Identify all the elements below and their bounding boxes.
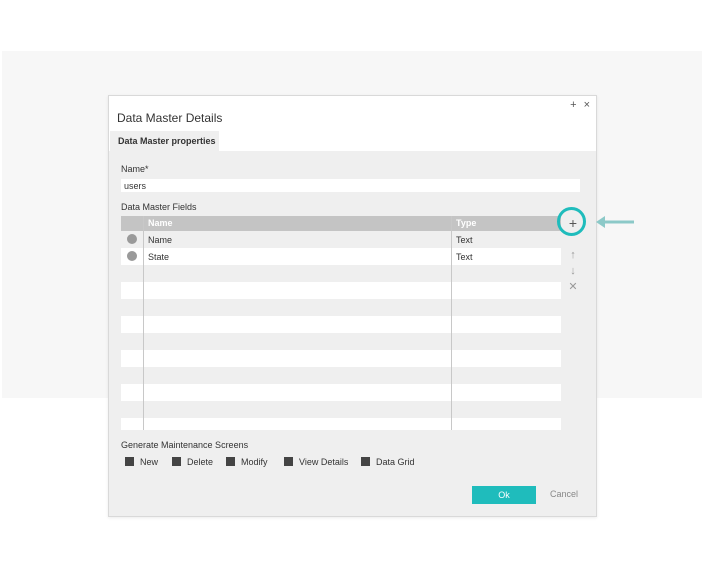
dialog-title: Data Master Details: [117, 111, 223, 125]
checkbox-delete[interactable]: Delete: [172, 457, 213, 467]
empty-row: [121, 384, 561, 401]
dialog-titlebar: Data Master Details + ×: [109, 96, 596, 131]
tab-data-master-properties[interactable]: Data Master properties: [110, 131, 219, 151]
checkbox-data-grid[interactable]: Data Grid: [361, 457, 415, 467]
checkbox-icon[interactable]: [361, 457, 370, 466]
checkbox-icon[interactable]: [172, 457, 181, 466]
move-up-icon[interactable]: ↑: [564, 248, 582, 262]
row-name: State: [148, 252, 170, 262]
checkbox-label: Data Grid: [376, 457, 415, 467]
fields-label: Data Master Fields: [121, 202, 197, 212]
row-status-icon: [127, 234, 137, 244]
remove-field-icon[interactable]: ✕: [564, 280, 582, 294]
data-master-dialog: Data Master Details + × Data Master prop…: [108, 95, 597, 517]
empty-row: [121, 282, 561, 299]
checkbox-icon[interactable]: [125, 457, 134, 466]
empty-row: [121, 350, 561, 367]
fields-grid: Name Text State Text Name Type: [121, 216, 561, 430]
row-type: Text: [456, 235, 473, 245]
close-icon[interactable]: ×: [584, 99, 590, 111]
tab-strip: Data Master properties: [109, 131, 596, 151]
name-label: Name*: [121, 164, 149, 174]
checkbox-label: Modify: [241, 457, 268, 467]
empty-row: [121, 316, 561, 333]
column-divider: [143, 216, 144, 430]
empty-row: [121, 265, 561, 282]
move-down-icon[interactable]: ↓: [564, 264, 582, 278]
checkbox-label: New: [140, 457, 159, 467]
checkbox-icon[interactable]: [284, 457, 293, 466]
name-input[interactable]: [121, 179, 580, 192]
add-field-icon[interactable]: +: [564, 216, 582, 230]
grid-header: Name Type: [121, 216, 561, 231]
maximize-icon[interactable]: +: [570, 99, 576, 111]
table-row[interactable]: Name Text: [121, 231, 561, 248]
pointer-arrow-icon: [596, 216, 634, 228]
column-divider: [451, 216, 452, 430]
maintenance-label: Generate Maintenance Screens: [121, 440, 249, 450]
checkbox-new[interactable]: New: [125, 457, 158, 467]
empty-row: [121, 367, 561, 384]
checkbox-modify[interactable]: Modify: [226, 457, 268, 467]
empty-row: [121, 401, 561, 418]
checkbox-icon[interactable]: [226, 457, 235, 466]
ok-button[interactable]: Ok: [472, 486, 536, 504]
row-status-icon: [127, 251, 137, 261]
column-header-type[interactable]: Type: [456, 218, 476, 228]
empty-row: [121, 299, 561, 316]
empty-row: [121, 333, 561, 350]
checkbox-label: Delete: [187, 457, 214, 467]
checkbox-view-details[interactable]: View Details: [284, 457, 348, 467]
empty-row: [121, 418, 561, 430]
row-type: Text: [456, 252, 473, 262]
checkbox-label: View Details: [299, 457, 349, 467]
table-row[interactable]: State Text: [121, 248, 561, 265]
window-controls: + ×: [566, 99, 590, 111]
cancel-button[interactable]: Cancel: [550, 489, 578, 499]
column-header-name[interactable]: Name: [148, 218, 173, 228]
row-name: Name: [148, 235, 173, 245]
